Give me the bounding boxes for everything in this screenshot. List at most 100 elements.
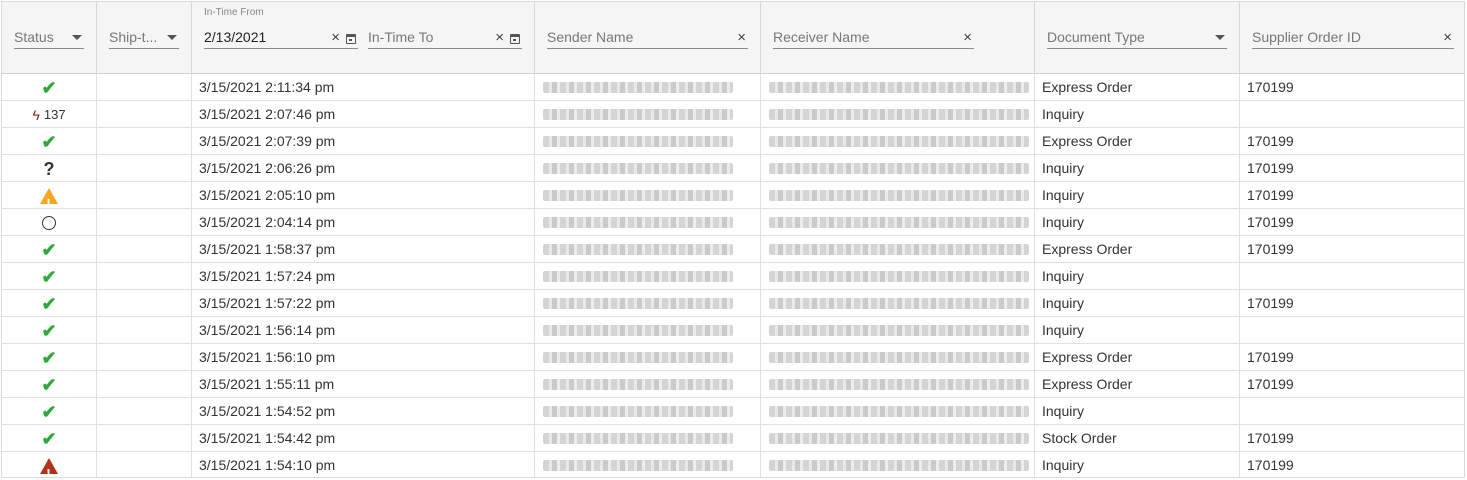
intime-from-value[interactable]: 2/13/2021: [204, 29, 266, 45]
check-icon: ✔: [41, 429, 57, 450]
table-row[interactable]: ? 3/15/2021 2:06:26 pm Inquiry 170199: [2, 155, 1464, 182]
intime-value: 3/15/2021 2:04:14 pm: [199, 214, 336, 230]
supplier-value: 170199: [1247, 457, 1294, 473]
table-row[interactable]: ✔ 3/15/2021 1:55:11 pm Express Order 170199: [2, 371, 1464, 398]
redacted-text: [543, 136, 733, 147]
chevron-down-icon[interactable]: [1215, 35, 1225, 40]
table-row[interactable]: ✔ 3/15/2021 1:54:42 pm Stock Order 170199: [2, 425, 1464, 452]
intime-value: 3/15/2021 1:55:11 pm: [199, 376, 335, 392]
intime-cell: 3/15/2021 1:54:10 pm: [192, 452, 535, 477]
shipto-cell: [97, 398, 192, 424]
sender-cell: [535, 398, 761, 424]
shipto-filter-select[interactable]: Ship-t...: [109, 27, 179, 49]
redacted-text: [769, 217, 1029, 228]
shipto-cell: [97, 452, 192, 477]
receiver-placeholder[interactable]: Receiver Name: [773, 29, 869, 45]
intime-value: 3/15/2021 1:57:22 pm: [199, 295, 336, 311]
supplier-cell: 170199: [1240, 452, 1464, 477]
calendar-icon[interactable]: [510, 34, 520, 44]
intime-cell: 3/15/2021 1:57:24 pm: [192, 263, 535, 289]
table-row[interactable]: ✔ 3/15/2021 1:57:24 pm Inquiry: [2, 263, 1464, 290]
redacted-text: [769, 433, 1029, 444]
sender-filter-input[interactable]: Sender Name ×: [547, 27, 748, 49]
status-cell: ✔: [2, 317, 97, 343]
intime-value: 3/15/2021 1:57:24 pm: [199, 268, 336, 284]
intime-from-label: In-Time From: [204, 7, 264, 18]
header-intime: In-Time From 2/13/2021 × In-Time To ×: [192, 2, 535, 73]
doctype-cell: Inquiry: [1035, 398, 1240, 424]
shipto-filter-label: Ship-t...: [109, 29, 158, 45]
status-cell: ✔: [2, 290, 97, 316]
status-cell: ϟ 137: [2, 101, 97, 127]
table-row[interactable]: ✔ 3/15/2021 2:07:39 pm Express Order 170199: [2, 128, 1464, 155]
shipto-cell: [97, 236, 192, 262]
close-icon[interactable]: ×: [331, 30, 340, 46]
data-grid: Status Ship-t... In-Time From 2/13/2021 …: [1, 1, 1465, 478]
receiver-filter-input[interactable]: Receiver Name ×: [773, 27, 974, 49]
close-icon[interactable]: ×: [737, 30, 746, 46]
status-filter-select[interactable]: Status: [14, 27, 84, 49]
supplier-placeholder[interactable]: Supplier Order ID: [1252, 29, 1361, 45]
header-sender: Sender Name ×: [535, 2, 761, 73]
intime-value: 3/15/2021 2:06:26 pm: [199, 160, 336, 176]
grid-header: Status Ship-t... In-Time From 2/13/2021 …: [2, 2, 1464, 74]
table-row[interactable]: ϟ 137 3/15/2021 2:07:46 pm Inquiry: [2, 101, 1464, 128]
close-icon[interactable]: ×: [963, 30, 972, 46]
table-row[interactable]: 3/15/2021 1:54:10 pm Inquiry 170199: [2, 452, 1464, 477]
doctype-cell: Inquiry: [1035, 263, 1240, 289]
status-cell: [2, 452, 97, 477]
close-icon[interactable]: ×: [1443, 30, 1452, 46]
intime-to-field[interactable]: In-Time To ×: [368, 27, 522, 49]
table-row[interactable]: 3/15/2021 2:05:10 pm Inquiry 170199: [2, 182, 1464, 209]
redacted-text: [769, 136, 1029, 147]
status-cell: [2, 182, 97, 208]
supplier-value: 170199: [1247, 160, 1294, 176]
check-icon: ✔: [41, 402, 57, 423]
chevron-down-icon[interactable]: [72, 35, 82, 40]
supplier-cell: 170199: [1240, 128, 1464, 154]
sender-placeholder[interactable]: Sender Name: [547, 29, 633, 45]
receiver-cell: [761, 290, 1035, 316]
sender-cell: [535, 263, 761, 289]
doctype-cell: Inquiry: [1035, 290, 1240, 316]
shipto-cell: [97, 182, 192, 208]
redacted-text: [543, 82, 733, 93]
receiver-cell: [761, 155, 1035, 181]
doctype-filter-select[interactable]: Document Type: [1047, 27, 1227, 49]
supplier-value: 170199: [1247, 133, 1294, 149]
supplier-cell: [1240, 398, 1464, 424]
shipto-cell: [97, 74, 192, 100]
intime-cell: 3/15/2021 2:07:46 pm: [192, 101, 535, 127]
doctype-value: Stock Order: [1042, 430, 1117, 446]
doctype-cell: Inquiry: [1035, 317, 1240, 343]
status-cell: ✔: [2, 398, 97, 424]
check-icon: ✔: [41, 78, 57, 99]
table-row[interactable]: ✔ 3/15/2021 2:11:34 pm Express Order 170199: [2, 74, 1464, 101]
table-row[interactable]: ✔ 3/15/2021 1:56:14 pm Inquiry: [2, 317, 1464, 344]
status-cell: ✔: [2, 344, 97, 370]
doctype-cell: Express Order: [1035, 128, 1240, 154]
intime-value: 3/15/2021 1:54:52 pm: [199, 403, 336, 419]
redacted-text: [543, 379, 733, 390]
doctype-value: Inquiry: [1042, 295, 1085, 311]
supplier-filter-input[interactable]: Supplier Order ID ×: [1252, 27, 1454, 49]
status-count: 137: [43, 107, 66, 122]
table-row[interactable]: ✔ 3/15/2021 1:54:52 pm Inquiry: [2, 398, 1464, 425]
intime-from-field[interactable]: In-Time From 2/13/2021 ×: [204, 7, 358, 49]
supplier-cell: 170199: [1240, 344, 1464, 370]
table-row[interactable]: 3/15/2021 2:04:14 pm Inquiry 170199: [2, 209, 1464, 236]
receiver-cell: [761, 263, 1035, 289]
close-icon[interactable]: ×: [495, 30, 504, 46]
table-row[interactable]: ✔ 3/15/2021 1:56:10 pm Express Order 170199: [2, 344, 1464, 371]
doctype-value: Express Order: [1042, 133, 1133, 149]
doctype-value: Inquiry: [1042, 106, 1085, 122]
calendar-icon[interactable]: [346, 34, 356, 44]
intime-to-placeholder[interactable]: In-Time To: [368, 29, 433, 45]
table-row[interactable]: ✔ 3/15/2021 1:58:37 pm Express Order 170199: [2, 236, 1464, 263]
supplier-cell: [1240, 101, 1464, 127]
chevron-down-icon[interactable]: [167, 35, 177, 40]
intime-cell: 3/15/2021 1:55:11 pm: [192, 371, 535, 397]
intime-cell: 3/15/2021 1:56:14 pm: [192, 317, 535, 343]
table-row[interactable]: ✔ 3/15/2021 1:57:22 pm Inquiry 170199: [2, 290, 1464, 317]
doctype-cell: Express Order: [1035, 371, 1240, 397]
